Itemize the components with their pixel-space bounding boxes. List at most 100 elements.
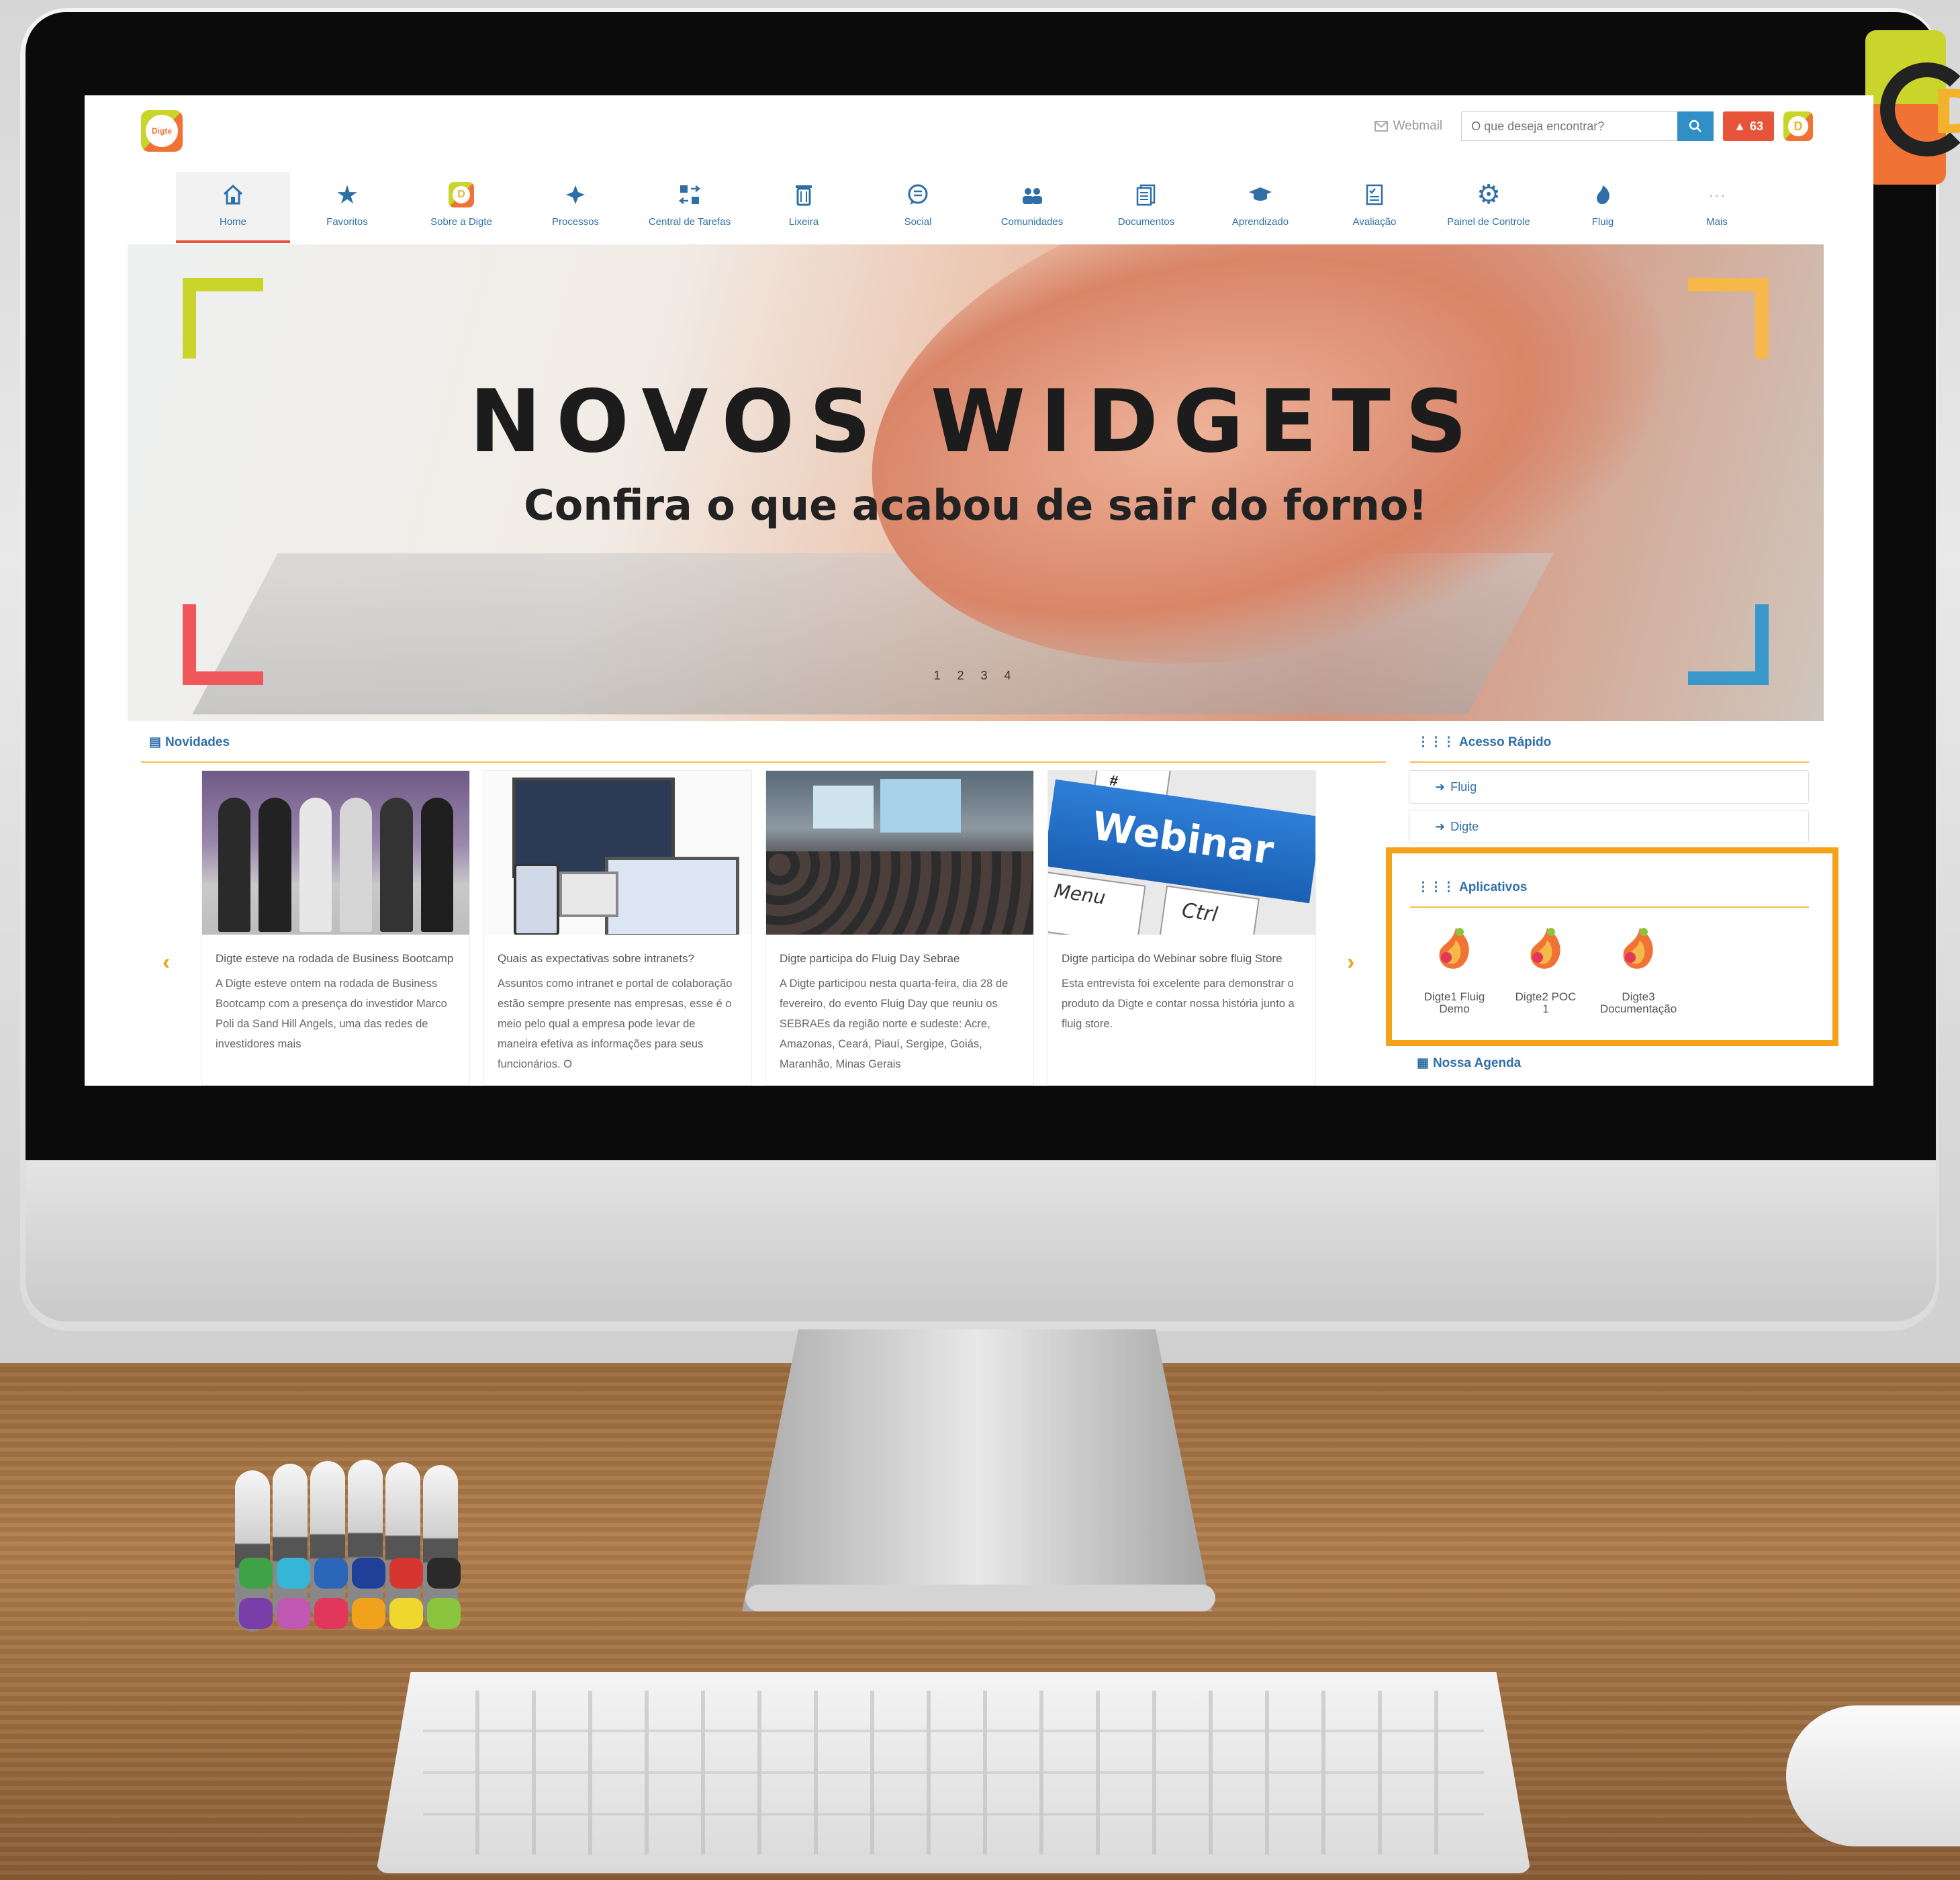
trash-icon (789, 180, 819, 209)
header-tools: Webmail ▲ 63 (1374, 110, 1813, 142)
banner-title: NOVOS WIDGETS (469, 372, 1482, 472)
fluig-app-icon (1617, 925, 1660, 972)
mail-icon (1374, 121, 1388, 132)
news-card[interactable]: Digte esteve na rodada de Business Bootc… (201, 770, 470, 1086)
home-icon (218, 180, 248, 209)
webmail-link[interactable]: Webmail (1374, 119, 1443, 134)
nav-central-de-tarefas[interactable]: Central de Tarefas (633, 172, 747, 243)
avatar[interactable] (1783, 111, 1813, 141)
nav-fluig[interactable]: Fluig (1546, 172, 1660, 243)
news-card-text: Esta entrevista foi excelente para demon… (1062, 978, 1295, 1030)
nav-comunidades[interactable]: Comunidades (975, 172, 1089, 243)
warning-icon: ▲ (1734, 119, 1746, 133)
grid-icon: ⋮⋮⋮ (1417, 880, 1455, 894)
fluig-app-icon (1524, 925, 1567, 972)
more-icon: ··· (1708, 184, 1726, 205)
search-input[interactable] (1461, 111, 1678, 141)
nav-documentos[interactable]: Documentos (1089, 172, 1203, 243)
nav-social[interactable]: Social (861, 172, 975, 243)
markers (235, 1457, 477, 1632)
news-card[interactable]: Digte participa do Fluig Day Sebrae A Di… (765, 770, 1034, 1086)
app-digte1-fluig-demo[interactable]: Digte1 Fluig Demo (1407, 925, 1501, 1015)
news-divider (141, 761, 1386, 763)
news-photo-devices (484, 771, 751, 935)
intranet-screen: Digte Webmail ▲ 63 Home (85, 95, 1873, 1086)
nav-processos[interactable]: Processos (518, 172, 633, 243)
news-card-text: A Digte participou nesta quarta-feira, d… (780, 978, 1009, 1070)
gear-icon: ⚙ (1477, 180, 1501, 209)
news-icon: ▤ (149, 735, 161, 749)
news-prev-arrow[interactable]: ‹ (162, 949, 170, 976)
chat-icon (903, 180, 933, 209)
arrow-right-icon: ➜ (1435, 819, 1446, 833)
banner-subtitle: Confira o que acabou de sair do forno! (524, 481, 1428, 530)
app-label-line2: 1 (1542, 1002, 1549, 1015)
nav-painel-de-controle[interactable]: ⚙ Painel de Controle (1432, 172, 1546, 243)
graduation-cap-icon (1246, 180, 1275, 209)
nav-lixeira[interactable]: Lixeira (747, 172, 861, 243)
news-photo-team (202, 771, 469, 935)
app-label-line1: Digte1 Fluig (1424, 990, 1485, 1003)
brand-corner-logo: D (1865, 30, 1960, 185)
news-card-title: Quais as expectativas sobre intranets? (498, 952, 694, 965)
app-digte2-poc-1[interactable]: Digte2 POC 1 (1499, 925, 1593, 1015)
digte-logo[interactable]: Digte (141, 110, 183, 152)
news-card[interactable]: # Webinar Menu Ctrl Digte participa do W… (1047, 770, 1316, 1086)
fluig-app-icon (1433, 925, 1476, 972)
agenda-section-title: ▦ Nossa Agenda (1417, 1055, 1522, 1071)
carousel-pager[interactable]: 1 2 3 4 (128, 669, 1824, 683)
nav-home[interactable]: Home (176, 172, 290, 243)
news-next-arrow[interactable]: › (1347, 949, 1354, 976)
webmail-label: Webmail (1393, 119, 1443, 133)
quick-link-digte[interactable]: ➜ Digte (1409, 810, 1809, 843)
search-button[interactable] (1677, 111, 1714, 141)
banner-carousel[interactable]: NOVOS WIDGETS Confira o que acabou de sa… (128, 244, 1824, 721)
documents-icon (1131, 180, 1161, 209)
keyboard (376, 1672, 1531, 1873)
main-nav: Home ★ Favoritos D Sobre a Digte Process… (176, 172, 1774, 243)
photo-scene: D Digte Webmail ▲ 63 Home (0, 0, 1960, 1880)
search-box (1461, 111, 1714, 141)
communities-icon (1017, 180, 1047, 209)
process-icon (561, 180, 590, 209)
nav-sobre-a-digte[interactable]: D Sobre a Digte (404, 172, 518, 243)
search-icon (1689, 120, 1702, 132)
nav-aprendizado[interactable]: Aprendizado (1203, 172, 1317, 243)
mouse (1786, 1705, 1960, 1846)
news-photo-webinar-keyboard: # Webinar Menu Ctrl (1048, 771, 1315, 935)
arrow-right-icon: ➜ (1435, 780, 1446, 794)
app-label-line1: Digte2 POC (1515, 990, 1577, 1003)
nav-mais[interactable]: ··· Mais (1660, 172, 1774, 243)
app-digte3-documentacao[interactable]: Digte3 Documentação (1591, 925, 1685, 1015)
apps-section-title: ⋮⋮⋮ Aplicativos (1417, 880, 1528, 895)
apps-divider (1410, 906, 1809, 908)
news-card-title: Digte esteve na rodada de Business Bootc… (216, 952, 454, 965)
digte-logo-icon: D (447, 180, 476, 209)
news-photo-audience (766, 771, 1033, 935)
news-card-title: Digte participa do Webinar sobre fluig S… (1062, 952, 1282, 965)
quick-link-fluig[interactable]: ➜ Fluig (1409, 770, 1809, 804)
monitor-stand-base (745, 1585, 1215, 1611)
app-label-line1: Digte3 (1622, 990, 1655, 1003)
app-label-line2: Demo (1439, 1002, 1470, 1015)
grid-icon: ⋮⋮⋮ (1417, 735, 1455, 749)
news-card[interactable]: Quais as expectativas sobre intranets? A… (483, 770, 752, 1086)
app-label-line2: Documentação (1599, 1002, 1677, 1015)
alerts-button[interactable]: ▲ 63 (1723, 111, 1774, 141)
star-icon: ★ (335, 181, 359, 209)
fluig-icon (1588, 180, 1618, 209)
calendar-icon: ▦ (1417, 1056, 1429, 1070)
monitor-chin (26, 1160, 1936, 1321)
news-card-text: Assuntos como intranet e portal de colab… (498, 978, 733, 1070)
corner-mark-yellow (1688, 278, 1769, 359)
evaluation-icon (1360, 180, 1389, 209)
nav-favoritos[interactable]: ★ Favoritos (290, 172, 404, 243)
quick-access-divider (1410, 761, 1809, 763)
alerts-count: 63 (1749, 119, 1763, 133)
corner-mark-green (183, 278, 263, 359)
news-card-text: A Digte esteve ontem na rodada de Busine… (216, 978, 447, 1050)
monitor-stand (742, 1329, 1212, 1611)
tasks-icon (675, 180, 704, 209)
nav-avaliacao[interactable]: Avaliação (1317, 172, 1432, 243)
news-card-title: Digte participa do Fluig Day Sebrae (780, 952, 960, 965)
